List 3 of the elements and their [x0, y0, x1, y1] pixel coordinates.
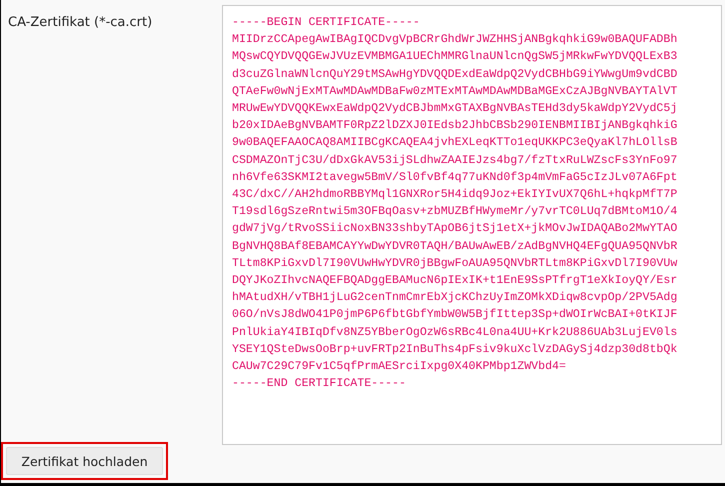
upload-button[interactable]: Zertifikat hochladen [6, 447, 163, 475]
certificate-field[interactable]: -----BEGIN CERTIFICATE----- MIIDrzCCApegAwIBAgIQCDvgVpBCRrGhdWrJWZHHSjANBgkqhkiG9w0BAQUFADBh MQswCQYDVQQGEwJVUzEVMBMGA1UEChMMRGlnaUNlcnQgSW5jMRkwFwYDVQQLExB3 d3cuZGlnaWNlcnQuY29tMSAwHgYDVQQDExdEaWdpQ2VydCBHbG9iYWwgUm9vdCBD QTAeFw0wNjExMTAwMDAwMDBaFw0zMTExMTAwMDAwMDBaMGExCzAJBgNVBAYTAlVT MRUwEwYDVQQKEwxEaWdpQ2VydCBJbmMxGTAXBgNVBAsTEHd3dy5kaWdpY2VydC5j b20xIDAeBgNVBAMTF0RpZ2lDZXJ0IEdsb2JhbCBSb290IENBMIIBIjANBgkqhkiG 9w0BAQEFAAOCAQ8AMIIBCgKCAQEA4jvhEXLeqKTTo1eqUKKPC3eQyaKl7hLOllsB CSDMAZOnTjC3U/dDxGkAV53ijSLdhwZAAIEJzs4bg7/fzTtxRuLWZscFs3YnFo97 nh6Vfe63SKMI2tavegw5BmV/Sl0fvBf4q77uKNd0f3p4mVmFaG5cIzJLv07A6Fpt 43C/dxC//AH2hdmoRBBYMql1GNXRor5H4idq9Joz+EkIYIvUX7Q6hL+hqkpMfT7P T19sdl6gSzeRntwi5m3OFBqOasv+zbMUZBfHWymeMr/y7vrTC0LUq7dBMtoM1O/4 gdW7jVg/tRvoSSiicNoxBN33shbyTApOB6jtSj1etX+jkMOvJwIDAQABo2MwYTAO BgNVHQ8BAf8EBAMCAYYwDwYDVR0TAQH/BAUwAwEB/zAdBgNVHQ4EFgQUA95QNVbR TLtm8KPiGxvDl7I90VUwHwYDVR0jBBgwFoAUA95QNVbRTLtm8KPiGxvDl7I90VUw DQYJKoZIhvcNAQEFBQADggEBAMucN6pIExIK+t1EnE9SsPTfrgT1eXkIoyQY/Esr hMAtudXH/vTBH1jLuG2cenTnmCmrEbXjcKChzUyImZOMkXDiqw8cvpOp/2PV5Adg 06O/nVsJ8dWO41P0jmP6P6fbtGbfYmbW0W5BjfIttep3Sp+dWOIrWcBAI+0tKIJF PnlUkiaY4IBIqDfv8NZ5YBberOgOzW6sRBc4L0na4UU+Krk2U886UAb3LujEV0ls YSEY1QSteDwsOoBrp+uvFRTp2InBuThs4pFsiv9kuXclVzDAGySj4dzp30d8tbQk CAUw7C29C79Fv1C5qfPrmAESrciIxpg0X40KPMbp1ZWVbd4= -----END CERTIFICATE----- [222, 5, 722, 445]
field-label: CA-Zertifikat (*-ca.crt) [8, 14, 154, 32]
